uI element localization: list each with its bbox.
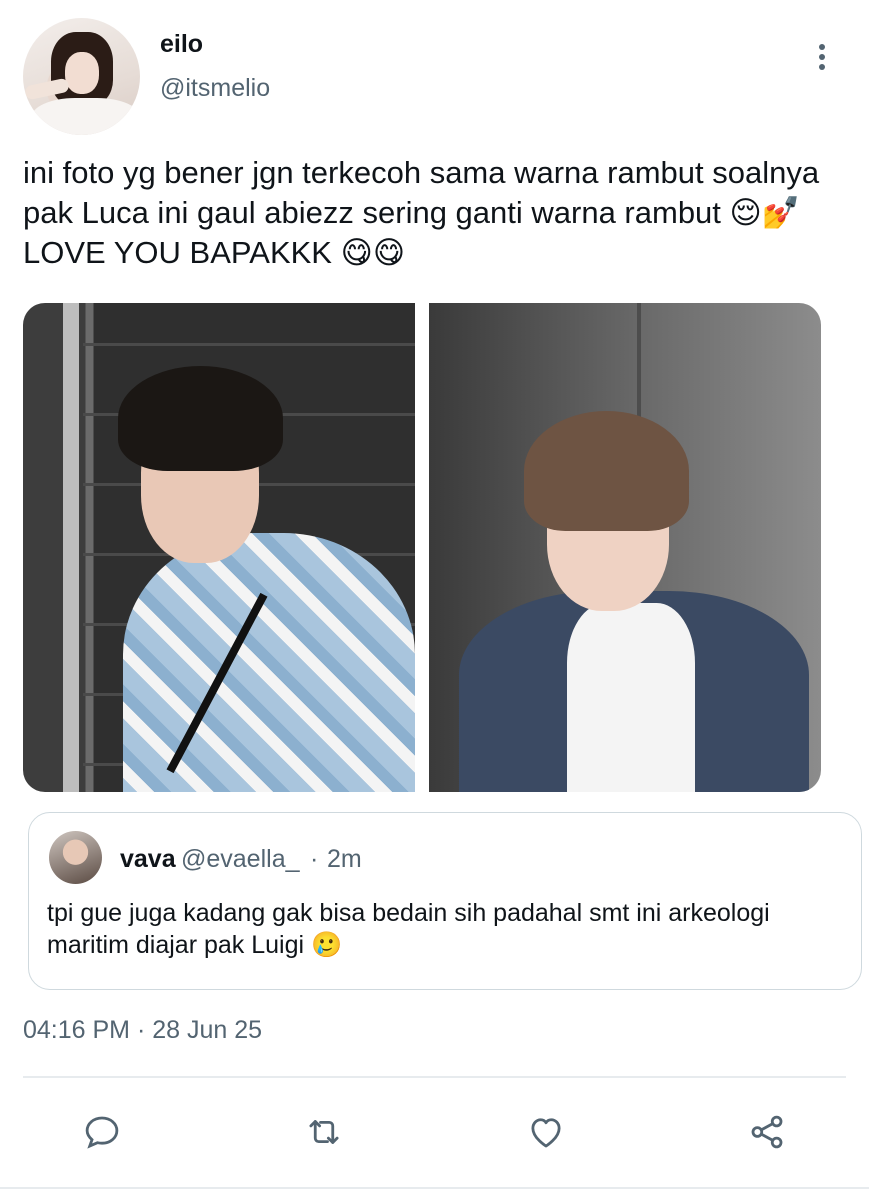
- tweet-photo-1[interactable]: [23, 303, 415, 792]
- reply-button[interactable]: [78, 1108, 126, 1156]
- reply-icon: [85, 1116, 119, 1149]
- tweet-photo-2[interactable]: [429, 303, 821, 792]
- like-button[interactable]: [522, 1108, 570, 1156]
- divider: [23, 1076, 846, 1078]
- quoted-separator: ·: [310, 845, 319, 873]
- quoted-handle: @evaella_: [181, 845, 300, 873]
- divider: [0, 1187, 869, 1189]
- quoted-time: 2m: [327, 845, 362, 873]
- quoted-text: tpi gue juga kadang gak bisa bedain sih …: [47, 899, 770, 959]
- tweet-timestamp[interactable]: 04:16 PM · 28 Jun 25: [23, 1016, 262, 1045]
- quoted-tweet[interactable]: vava @evaella_ · 2m tpi gue juga kadang …: [28, 812, 862, 990]
- quoted-name: vava: [120, 845, 176, 873]
- tweet-text: ini foto yg bener jgn terkecoh sama warn…: [23, 155, 820, 270]
- retweet-button[interactable]: [300, 1108, 348, 1156]
- heart-icon: [531, 1118, 561, 1148]
- author-avatar[interactable]: [23, 18, 140, 135]
- quoted-avatar: [49, 831, 102, 884]
- more-vertical-icon[interactable]: [808, 40, 836, 76]
- author-handle[interactable]: @itsmelio: [160, 74, 270, 103]
- author-name[interactable]: eilo: [160, 30, 203, 59]
- retweet-icon: [309, 1120, 339, 1144]
- share-icon: [751, 1115, 783, 1149]
- share-button[interactable]: [743, 1108, 791, 1156]
